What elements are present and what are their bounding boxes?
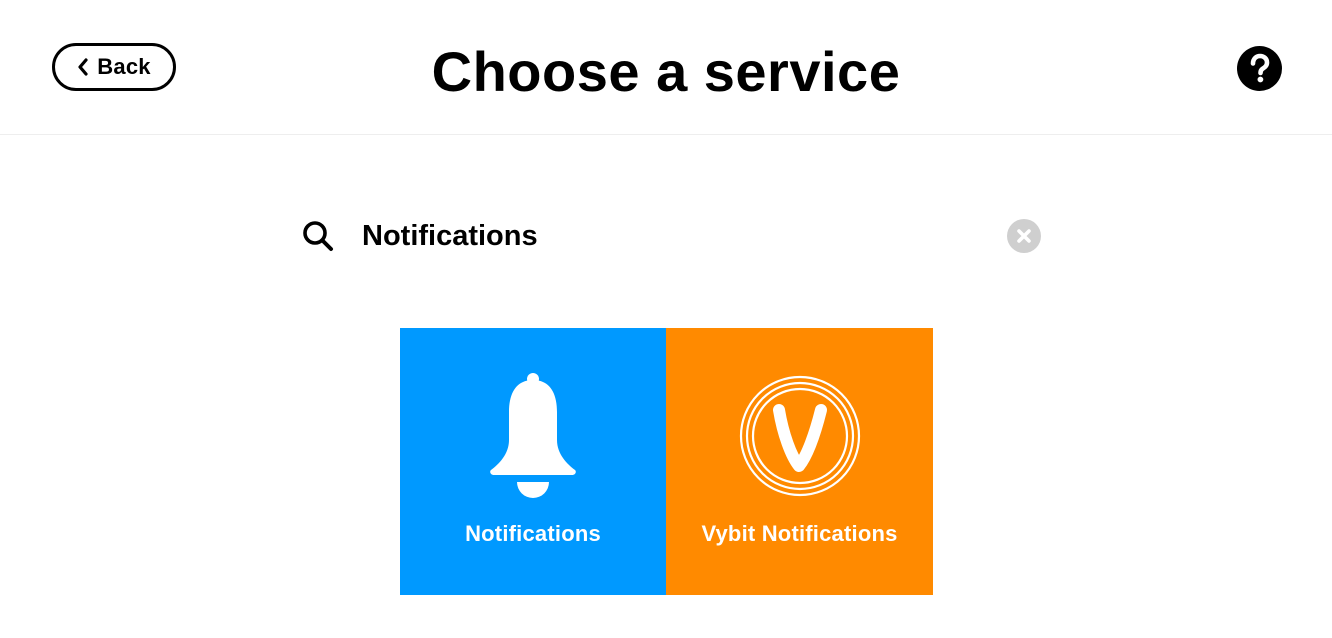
question-mark-icon — [1237, 46, 1282, 91]
header: Back Choose a service — [0, 0, 1332, 135]
help-button[interactable] — [1237, 46, 1282, 91]
service-tile-vybit-notifications[interactable]: Vybit Notifications — [666, 328, 933, 595]
clear-icon — [1007, 219, 1041, 253]
vybit-logo-icon — [666, 370, 933, 500]
service-results: Notifications Vybit Notifications — [400, 328, 933, 595]
search-input[interactable] — [362, 214, 982, 258]
page-title: Choose a service — [431, 40, 901, 103]
service-label: Notifications — [465, 521, 601, 546]
service-label: Vybit Notifications — [701, 521, 898, 546]
bell-icon — [400, 370, 666, 500]
search-icon — [300, 218, 336, 254]
search-bar — [300, 210, 1045, 262]
clear-search-button[interactable] — [1007, 219, 1041, 253]
service-tile-notifications[interactable]: Notifications — [400, 328, 666, 595]
